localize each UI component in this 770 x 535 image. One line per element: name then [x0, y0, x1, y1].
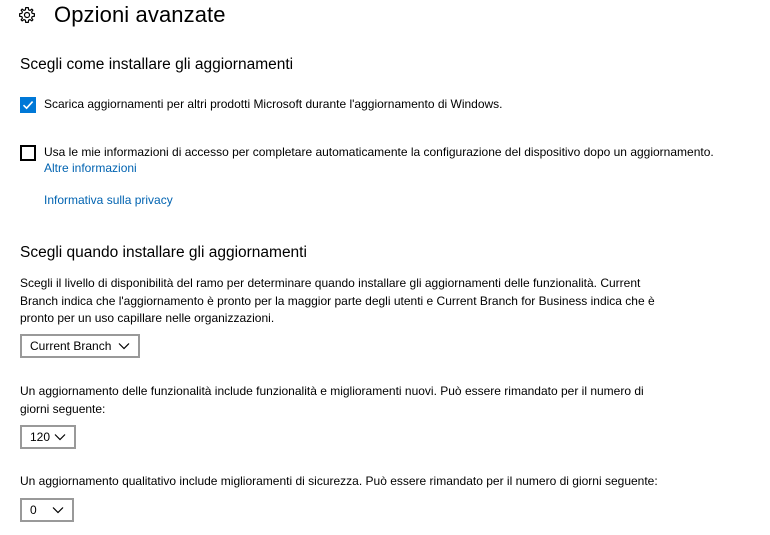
branch-readiness-value: Current Branch — [30, 339, 112, 353]
feature-defer-days-dropdown[interactable]: 120 — [20, 425, 76, 449]
branch-description-line-1: Scegli il livello di disponibilità del r… — [20, 276, 641, 290]
branch-readiness-dropdown[interactable]: Current Branch — [20, 334, 140, 358]
gear-icon — [19, 7, 35, 23]
signin-info-option[interactable]: Usa le mie informazioni di accesso per c… — [20, 144, 714, 161]
chevron-down-icon — [118, 343, 130, 350]
feature-update-description: Un aggiornamento delle funzionalità incl… — [20, 383, 644, 418]
microsoft-updates-checkbox[interactable] — [20, 97, 36, 113]
page-title: Opzioni avanzate — [54, 2, 226, 27]
branch-description: Scegli il livello di disponibilità del r… — [20, 275, 655, 328]
branch-description-line-3: pronto per un uso capillare nelle organi… — [20, 311, 275, 325]
install-section-title: Scegli come installare gli aggiornamenti — [20, 56, 294, 73]
signin-info-checkbox[interactable] — [20, 145, 36, 161]
page-header: Opzioni avanzate — [18, 0, 226, 30]
chevron-down-icon — [54, 434, 66, 441]
quality-defer-days-value: 0 — [30, 503, 37, 517]
feature-description-line-1: Un aggiornamento delle funzionalità incl… — [20, 384, 644, 398]
feature-description-line-2: giorni seguente: — [20, 401, 106, 416]
more-info-link[interactable]: Altre informazioni — [44, 161, 137, 175]
when-section-title: Scegli quando installare gli aggiornamen… — [20, 244, 307, 261]
signin-info-label: Usa le mie informazioni di accesso per c… — [44, 145, 714, 159]
chevron-down-icon — [52, 507, 64, 514]
quality-defer-days-dropdown[interactable]: 0 — [20, 498, 74, 522]
microsoft-updates-label: Scarica aggiornamenti per altri prodotti… — [44, 97, 503, 111]
quality-update-description: Un aggiornamento qualitativo include mig… — [20, 474, 658, 488]
branch-description-line-2: Branch indica che l'aggiornamento è pron… — [20, 293, 655, 308]
checkmark-icon — [22, 101, 34, 110]
feature-defer-days-value: 120 — [30, 430, 51, 444]
privacy-link[interactable]: Informativa sulla privacy — [44, 193, 173, 207]
microsoft-updates-option[interactable]: Scarica aggiornamenti per altri prodotti… — [20, 96, 503, 113]
